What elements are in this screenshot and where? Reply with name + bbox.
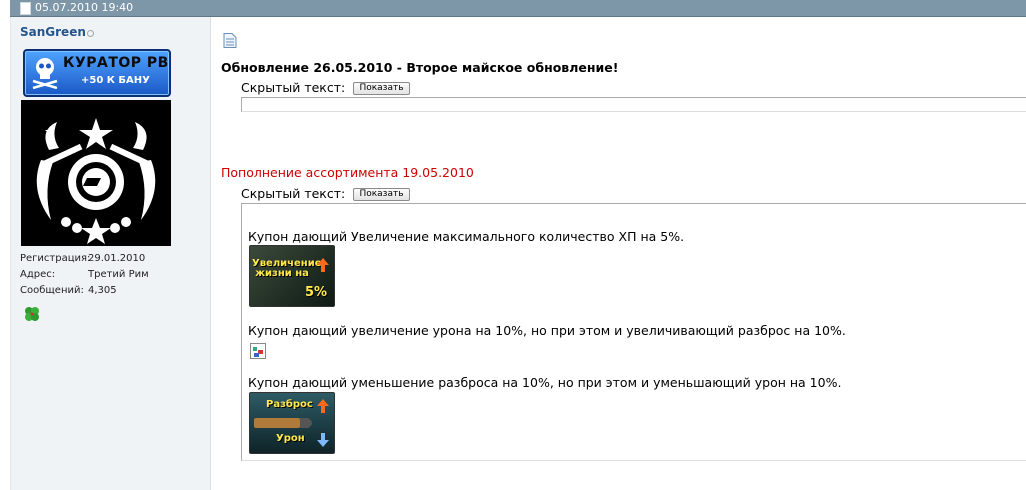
update-title: Обновление 26.05.2010 - Второе майское о… — [221, 60, 619, 75]
badge-subtitle: +50 К БАНУ — [81, 75, 150, 86]
badge-title: КУРАТОР РВ — [63, 55, 169, 71]
post-content: Обновление 26.05.2010 - Второе майское о… — [221, 0, 1026, 490]
avatar — [21, 100, 171, 246]
arrow-up-icon — [317, 399, 329, 413]
coupon-description: Купон дающий увеличение урона на 10%, но… — [248, 323, 846, 338]
bullet-icon — [254, 418, 312, 428]
coupon-image-text-bottom: Урон — [276, 433, 305, 444]
spoiler-box — [241, 97, 1026, 112]
spoiler-label: Скрытый текст: — [241, 80, 346, 95]
post-document-icon — [20, 2, 31, 15]
spoiler-show-button[interactable]: Показать — [353, 82, 410, 95]
spoiler-label: Скрытый текст: — [241, 186, 346, 201]
reputation-clover-icon[interactable] — [23, 305, 41, 323]
info-value: 4,305 — [88, 285, 117, 296]
post-date: 05.07.2010 19:40 — [35, 1, 134, 14]
coupon-image-value: 5% — [305, 285, 328, 300]
user-rank-badge: КУРАТОР РВ +50 К БАНУ — [23, 49, 171, 97]
spoiler-show-button[interactable]: Показать — [353, 188, 410, 201]
skull-icon — [32, 58, 58, 89]
info-value: 29.01.2010 — [88, 253, 146, 264]
user-sidebar: SanGreen КУРАТОР РВ +50 К БАНУ Регистрац… — [10, 17, 211, 490]
coupon-description: Купон дающий уменьшение разброса на 10%,… — [248, 375, 842, 390]
coupon-spread-image: Разброс Урон — [249, 392, 335, 454]
info-label: Адрес: — [20, 269, 56, 280]
username-link[interactable]: SanGreen — [20, 25, 86, 39]
arrow-down-icon — [317, 433, 329, 447]
coupon-image-text-top: Разброс — [266, 399, 313, 410]
spoiler-box: Купон дающий Увеличение максимального ко… — [241, 203, 1026, 461]
coupon-hp-image: Увеличение жизни на 5% — [249, 245, 335, 307]
coupon-description: Купон дающий Увеличение максимального ко… — [248, 229, 685, 244]
info-label: Регистрация: — [20, 253, 91, 264]
broken-image-icon — [250, 343, 266, 359]
info-value: Третий Рим — [88, 269, 149, 280]
info-address: Адрес: Третий Рим — [20, 269, 149, 280]
offline-status-icon — [87, 30, 94, 37]
coupon-image-text: Увеличение жизни на — [252, 258, 322, 279]
assortment-title: Пополнение ассортимента 19.05.2010 — [221, 165, 474, 180]
avatar-emblem-icon — [36, 118, 156, 244]
info-label: Сообщений: — [20, 285, 84, 296]
info-registration: Регистрация:29.01.2010 — [20, 253, 145, 264]
post-document-icon — [223, 33, 237, 48]
info-posts: Сообщений: 4,305 — [20, 285, 117, 296]
arrow-up-icon — [317, 258, 329, 272]
